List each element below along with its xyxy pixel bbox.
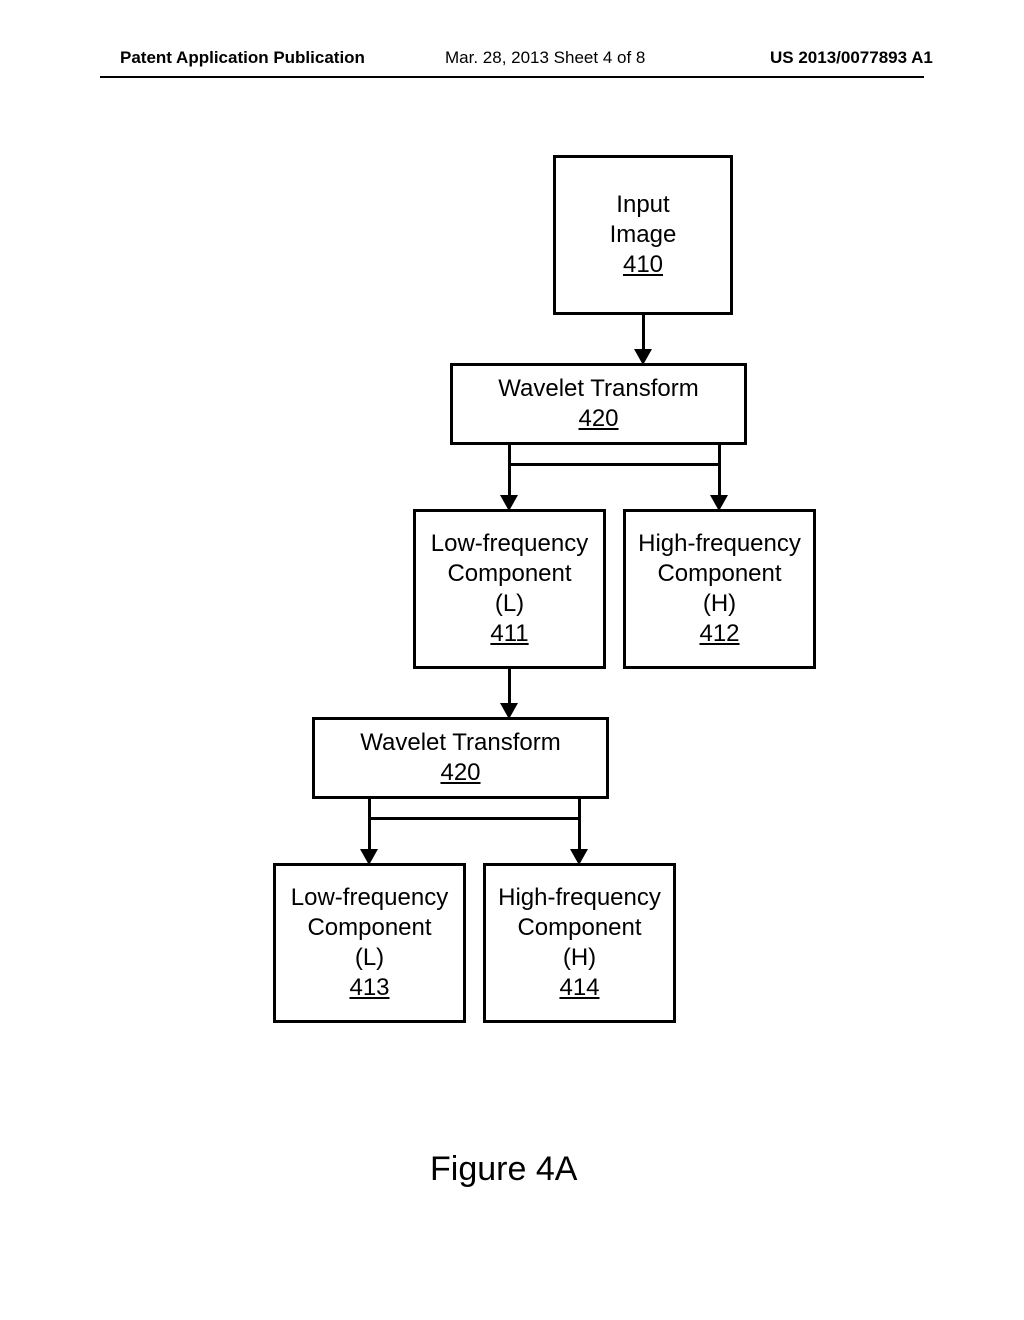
branch-wt2-hline (368, 817, 581, 820)
box-low2-ref: 413 (349, 973, 389, 1003)
arrow-low1-to-wt2 (508, 669, 511, 705)
branch-wt1-hline (508, 463, 721, 466)
branch-wt1-right-stub (718, 445, 721, 463)
box-high2-line3: (H) (563, 943, 596, 973)
box-high2-ref: 414 (559, 973, 599, 1003)
box-high1-line2: Component (657, 559, 781, 589)
header-right: US 2013/0077893 A1 (770, 48, 933, 68)
box-low-freq-1: Low-frequency Component (L) 411 (413, 509, 606, 669)
figure-label: Figure 4A (430, 1150, 577, 1189)
header-left: Patent Application Publication (120, 48, 365, 68)
box-low2-line1: Low-frequency (291, 883, 448, 913)
box-input-line1: Input (616, 190, 669, 220)
box-input-line2: Image (610, 220, 677, 250)
header-rule (100, 76, 924, 78)
box-low2-line2: Component (307, 913, 431, 943)
arrow-wt2-to-low (368, 817, 371, 851)
box-low1-line3: (L) (495, 589, 524, 619)
arrow-wt2-to-high (578, 817, 581, 851)
box-wt1-ref: 420 (578, 404, 618, 434)
box-wt2-ref: 420 (440, 758, 480, 788)
branch-wt1-left-stub (508, 445, 511, 463)
box-high1-line1: High-frequency (638, 529, 801, 559)
box-wavelet-transform-1: Wavelet Transform 420 (450, 363, 747, 445)
arrow-wt1-to-high (718, 463, 721, 497)
box-low1-line1: Low-frequency (431, 529, 588, 559)
arrow-input-to-wt1 (642, 315, 645, 351)
box-low-freq-2: Low-frequency Component (L) 413 (273, 863, 466, 1023)
box-high-freq-1: High-frequency Component (H) 412 (623, 509, 816, 669)
box-input-ref: 410 (623, 250, 663, 280)
box-low1-ref: 411 (490, 619, 528, 649)
box-low1-line2: Component (447, 559, 571, 589)
arrow-wt1-to-low (508, 463, 511, 497)
box-high1-line3: (H) (703, 589, 736, 619)
box-input-image: Input Image 410 (553, 155, 733, 315)
box-high2-line1: High-frequency (498, 883, 661, 913)
box-high-freq-2: High-frequency Component (H) 414 (483, 863, 676, 1023)
box-high1-ref: 412 (699, 619, 739, 649)
box-high2-line2: Component (517, 913, 641, 943)
header-mid: Mar. 28, 2013 Sheet 4 of 8 (445, 48, 645, 68)
box-low2-line3: (L) (355, 943, 384, 973)
box-wavelet-transform-2: Wavelet Transform 420 (312, 717, 609, 799)
branch-wt2-left-stub (368, 799, 371, 817)
box-wt1-line1: Wavelet Transform (498, 374, 699, 404)
branch-wt2-right-stub (578, 799, 581, 817)
box-wt2-line1: Wavelet Transform (360, 728, 561, 758)
